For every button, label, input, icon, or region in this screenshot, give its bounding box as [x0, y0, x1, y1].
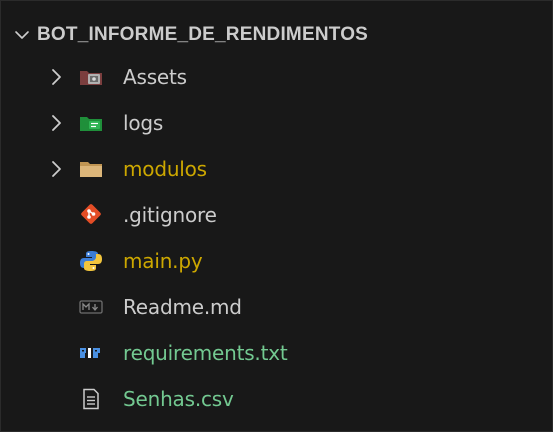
tree-item-senhas-csv[interactable]: Senhas.csv	[1, 376, 552, 422]
folder-icon	[79, 158, 103, 180]
csv-icon	[79, 388, 103, 410]
tree-item-label: logs	[123, 111, 164, 135]
file-explorer: BOT_INFORME_DE_RENDIMENTOS Assets logs m…	[0, 0, 553, 432]
tree-item-assets[interactable]: Assets	[1, 54, 552, 100]
chevron-right-icon[interactable]	[47, 66, 67, 88]
tree-item-label: .gitignore	[123, 203, 217, 227]
assets-folder-icon	[79, 66, 103, 88]
python-icon	[79, 250, 103, 272]
markdown-icon	[79, 296, 103, 318]
workspace-section-header[interactable]: BOT_INFORME_DE_RENDIMENTOS	[1, 17, 552, 53]
workspace-title: BOT_INFORME_DE_RENDIMENTOS	[37, 24, 369, 45]
tree-item-label: main.py	[123, 249, 203, 273]
chevron-right-icon[interactable]	[47, 158, 67, 180]
tree-item-label: Readme.md	[123, 295, 242, 319]
git-icon	[79, 204, 103, 226]
tree-item-label: Assets	[123, 65, 187, 89]
tree-item-label: requirements.txt	[123, 341, 288, 365]
chevron-down-icon[interactable]	[7, 17, 37, 53]
tree-item-label: Senhas.csv	[123, 387, 234, 411]
tree-item-label: modulos	[123, 157, 207, 181]
tree-item-gitignore[interactable]: .gitignore	[1, 192, 552, 238]
file-tree: Assets logs modulos .gitignore main.py R…	[1, 54, 552, 422]
pip-icon	[79, 342, 103, 364]
tree-item-main-py[interactable]: main.py	[1, 238, 552, 284]
tree-item-logs[interactable]: logs	[1, 100, 552, 146]
tree-item-requirements[interactable]: requirements.txt	[1, 330, 552, 376]
tree-item-readme[interactable]: Readme.md	[1, 284, 552, 330]
chevron-right-icon[interactable]	[47, 112, 67, 134]
tree-item-modulos[interactable]: modulos	[1, 146, 552, 192]
logs-folder-icon	[79, 112, 103, 134]
